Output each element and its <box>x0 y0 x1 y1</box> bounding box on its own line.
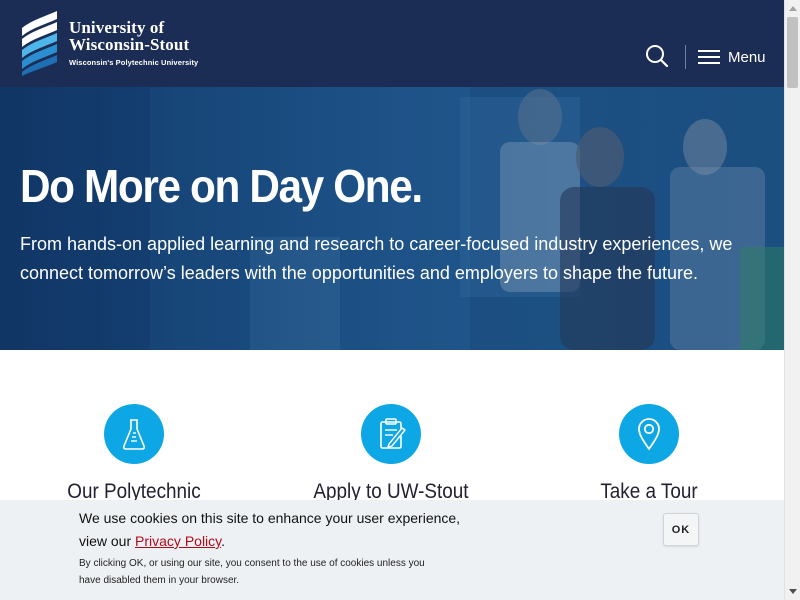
scrollbar-thumb[interactable] <box>787 17 798 88</box>
university-logo[interactable] <box>20 10 60 76</box>
feature-take-a-tour[interactable]: Take a Tour <box>539 404 759 504</box>
cookie-message-end: . <box>221 533 226 549</box>
brand-wordmark[interactable]: University of Wisconsin-Stout Wisconsin'… <box>69 19 198 67</box>
hero-title: Do More on Day One. <box>20 160 423 212</box>
brand-name-line2: Wisconsin-Stout <box>69 35 190 54</box>
menu-button[interactable]: Menu <box>698 45 766 69</box>
cookie-consent-note: By clicking OK, or using our site, you c… <box>79 558 425 586</box>
features-section: Our Polytechnic Apply to UW-Stout Take a… <box>0 350 784 503</box>
hero-description: From hands-on applied learning and resea… <box>20 234 733 283</box>
vertical-scrollbar[interactable] <box>784 0 800 600</box>
search-button[interactable] <box>644 43 670 69</box>
clipboard-icon <box>380 418 406 449</box>
feature-icon-circle <box>361 404 421 464</box>
cookie-message: We use cookies on this site to enhance y… <box>79 507 469 553</box>
feature-icon-circle <box>104 404 164 464</box>
search-icon <box>646 45 669 68</box>
menu-label: Menu <box>728 48 766 66</box>
privacy-policy-link[interactable]: Privacy Policy <box>135 533 221 549</box>
hero-banner: Do More on Day One. From hands-on applie… <box>0 87 784 350</box>
map-pin-icon <box>638 418 660 450</box>
header-divider <box>685 45 686 69</box>
hero-background-image <box>0 87 784 350</box>
feature-icon-circle <box>619 404 679 464</box>
feature-apply[interactable]: Apply to UW-Stout <box>281 404 501 504</box>
site-header: University of Wisconsin-Stout Wisconsin'… <box>0 0 784 87</box>
brand-tagline: Wisconsin's Polytechnic University <box>69 58 199 67</box>
cookie-ok-button[interactable]: OK <box>663 513 699 546</box>
brand-name-line1: University of <box>69 18 165 37</box>
feature-our-polytechnic[interactable]: Our Polytechnic <box>24 404 244 504</box>
hamburger-icon <box>698 50 720 64</box>
scroll-up-arrow-icon[interactable] <box>785 0 800 16</box>
scroll-down-arrow-icon[interactable] <box>785 584 800 600</box>
flask-icon <box>122 419 146 450</box>
